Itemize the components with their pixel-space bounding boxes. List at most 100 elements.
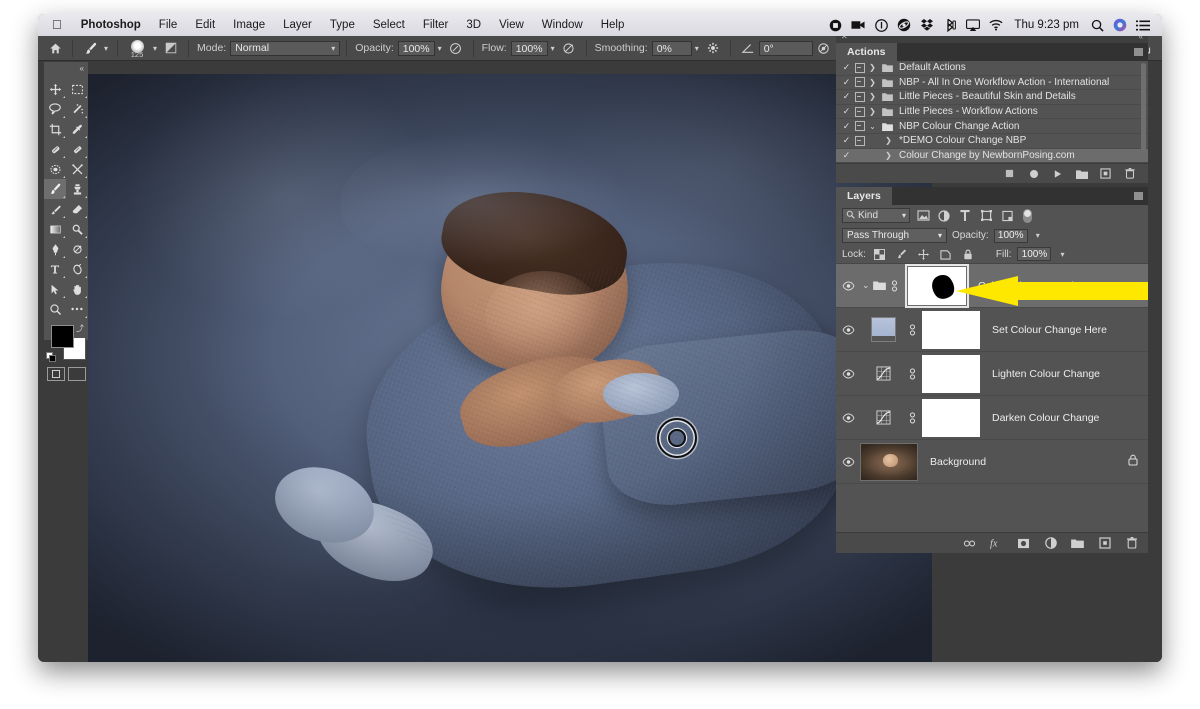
- panel-menu-icon[interactable]: [1134, 192, 1143, 201]
- opacity-caret-icon[interactable]: ▾: [1036, 231, 1040, 240]
- brush-panel-toggle-icon[interactable]: [160, 38, 182, 58]
- filter-shape-icon[interactable]: [978, 208, 994, 224]
- new-group-icon[interactable]: [1071, 537, 1084, 550]
- chevron-right-icon[interactable]: ❯: [866, 107, 879, 116]
- fill-caret-icon[interactable]: ▾: [1060, 250, 1064, 259]
- flux-icon[interactable]: [897, 18, 911, 32]
- action-enabled-check[interactable]: ✓: [840, 150, 853, 161]
- layer-mask-thumbnail[interactable]: [922, 398, 980, 437]
- tab-actions[interactable]: Actions: [836, 43, 897, 61]
- delete-layer-icon[interactable]: [1125, 537, 1138, 550]
- play-icon[interactable]: [1051, 167, 1064, 180]
- action-row[interactable]: ✓ ❯ Default Actions: [836, 61, 1148, 76]
- layer-mask-thumbnail[interactable]: [922, 310, 980, 349]
- blur-tool[interactable]: [44, 159, 66, 179]
- patch-tool[interactable]: [66, 139, 88, 159]
- menu-window[interactable]: Window: [533, 14, 592, 36]
- more-tools-icon[interactable]: [66, 299, 88, 319]
- menu-image[interactable]: Image: [224, 14, 274, 36]
- eyedropper-tool[interactable]: [66, 119, 88, 139]
- clone-stamp-tool[interactable]: [66, 179, 88, 199]
- bluetooth-icon[interactable]: [943, 18, 957, 32]
- curves-adjustment-icon[interactable]: [870, 410, 896, 425]
- mask-link-icon[interactable]: [906, 411, 918, 424]
- adjustment-layer-icon[interactable]: [1044, 537, 1057, 550]
- menu-photoshop[interactable]: Photoshop: [72, 14, 150, 36]
- spot-healing-brush-tool[interactable]: [44, 139, 66, 159]
- search-icon[interactable]: [1090, 18, 1104, 32]
- filter-adjustment-icon[interactable]: [936, 208, 952, 224]
- layer-visibility-toggle[interactable]: [836, 413, 860, 423]
- chevron-right-icon[interactable]: ❯: [882, 151, 895, 160]
- airbrush-icon[interactable]: [558, 38, 580, 58]
- action-enabled-check[interactable]: ✓: [840, 106, 853, 117]
- mask-link-icon[interactable]: [889, 279, 901, 292]
- quick-mask-mode-icon[interactable]: [67, 367, 86, 381]
- apple-logo-icon[interactable]: : [46, 14, 72, 36]
- actions-scrollbar[interactable]: [1141, 63, 1146, 151]
- notification-center-icon[interactable]: [1136, 18, 1150, 32]
- layer-thumbnail[interactable]: [860, 442, 918, 481]
- path-selection-tool[interactable]: [44, 279, 66, 299]
- magic-wand-tool[interactable]: [66, 99, 88, 119]
- lock-all-icon[interactable]: [960, 246, 976, 262]
- chevron-right-icon[interactable]: ❯: [866, 92, 879, 101]
- menu-select[interactable]: Select: [364, 14, 414, 36]
- layer-mask-thumbnail[interactable]: [922, 354, 980, 393]
- canvas[interactable]: [88, 74, 932, 662]
- type-tool[interactable]: [44, 259, 66, 279]
- move-tool[interactable]: [44, 79, 66, 99]
- menubar-clock[interactable]: Thu 9:23 pm: [1012, 19, 1081, 31]
- action-enabled-check[interactable]: ✓: [840, 121, 853, 132]
- chevron-down-icon[interactable]: ⌄: [866, 122, 879, 131]
- menu-3d[interactable]: 3D: [457, 14, 490, 36]
- pen-tool[interactable]: [44, 239, 66, 259]
- menu-view[interactable]: View: [490, 14, 533, 36]
- brush-preset-picker-icon[interactable]: 125: [124, 37, 150, 59]
- action-dialog-toggle[interactable]: [853, 91, 866, 102]
- siri-icon[interactable]: [1113, 18, 1127, 32]
- action-dialog-toggle[interactable]: [853, 77, 866, 88]
- action-row[interactable]: ✓ ❯ Little Pieces - Beautiful Skin and Det…: [836, 90, 1148, 105]
- lock-artboard-icon[interactable]: [938, 246, 954, 262]
- brush-tool-caret-icon[interactable]: ▾: [104, 44, 108, 53]
- link-layers-icon[interactable]: [963, 537, 976, 550]
- dodge-tool[interactable]: [66, 219, 88, 239]
- pressure-opacity-icon[interactable]: [445, 38, 467, 58]
- opacity-input[interactable]: 100%: [397, 40, 435, 56]
- lasso-tool[interactable]: [44, 99, 66, 119]
- action-dialog-toggle[interactable]: [853, 135, 866, 146]
- hand-tool[interactable]: [66, 279, 88, 299]
- home-icon[interactable]: [44, 38, 66, 58]
- chevron-right-icon[interactable]: ❯: [866, 78, 879, 87]
- layer-row-lighten-colour-change[interactable]: Lighten Colour Change: [836, 352, 1148, 397]
- lock-position-icon[interactable]: [916, 246, 932, 262]
- filter-smart-object-icon[interactable]: [999, 208, 1015, 224]
- action-dialog-toggle[interactable]: [853, 106, 866, 117]
- foreground-color-swatch[interactable]: [51, 325, 74, 348]
- mask-link-icon[interactable]: [906, 323, 918, 336]
- mask-link-icon[interactable]: [906, 367, 918, 380]
- filter-pixel-icon[interactable]: [915, 208, 931, 224]
- standard-mode-icon[interactable]: [46, 367, 65, 381]
- brush-tool-icon[interactable]: [79, 38, 101, 58]
- panel-menu-icon[interactable]: [1134, 48, 1143, 56]
- lock-transparency-icon[interactable]: [872, 246, 888, 262]
- history-brush-tool[interactable]: [44, 199, 66, 219]
- action-row[interactable]: ✓ ❯ NBP - All In One Workflow Action - Int…: [836, 76, 1148, 91]
- layer-blend-mode-select[interactable]: Pass Through ▾: [842, 228, 947, 244]
- menu-edit[interactable]: Edit: [186, 14, 224, 36]
- action-dialog-toggle[interactable]: [853, 62, 866, 73]
- menu-file[interactable]: File: [150, 14, 187, 36]
- layer-visibility-toggle[interactable]: [836, 457, 860, 467]
- action-row[interactable]: ✓ ❯ *DEMO Colour Change NBP: [836, 134, 1148, 149]
- tab-layers[interactable]: Layers: [836, 187, 892, 206]
- record-icon[interactable]: [1027, 167, 1040, 180]
- filter-toggle-switch[interactable]: [1023, 208, 1032, 223]
- info-circle-icon[interactable]: [874, 18, 888, 32]
- eraser-tool[interactable]: [66, 199, 88, 219]
- brush-preset-caret-icon[interactable]: ▾: [153, 44, 157, 53]
- mixer-tool[interactable]: [66, 159, 88, 179]
- solid-color-thumbnail[interactable]: [870, 317, 896, 343]
- smoothing-input[interactable]: 0%: [651, 40, 692, 56]
